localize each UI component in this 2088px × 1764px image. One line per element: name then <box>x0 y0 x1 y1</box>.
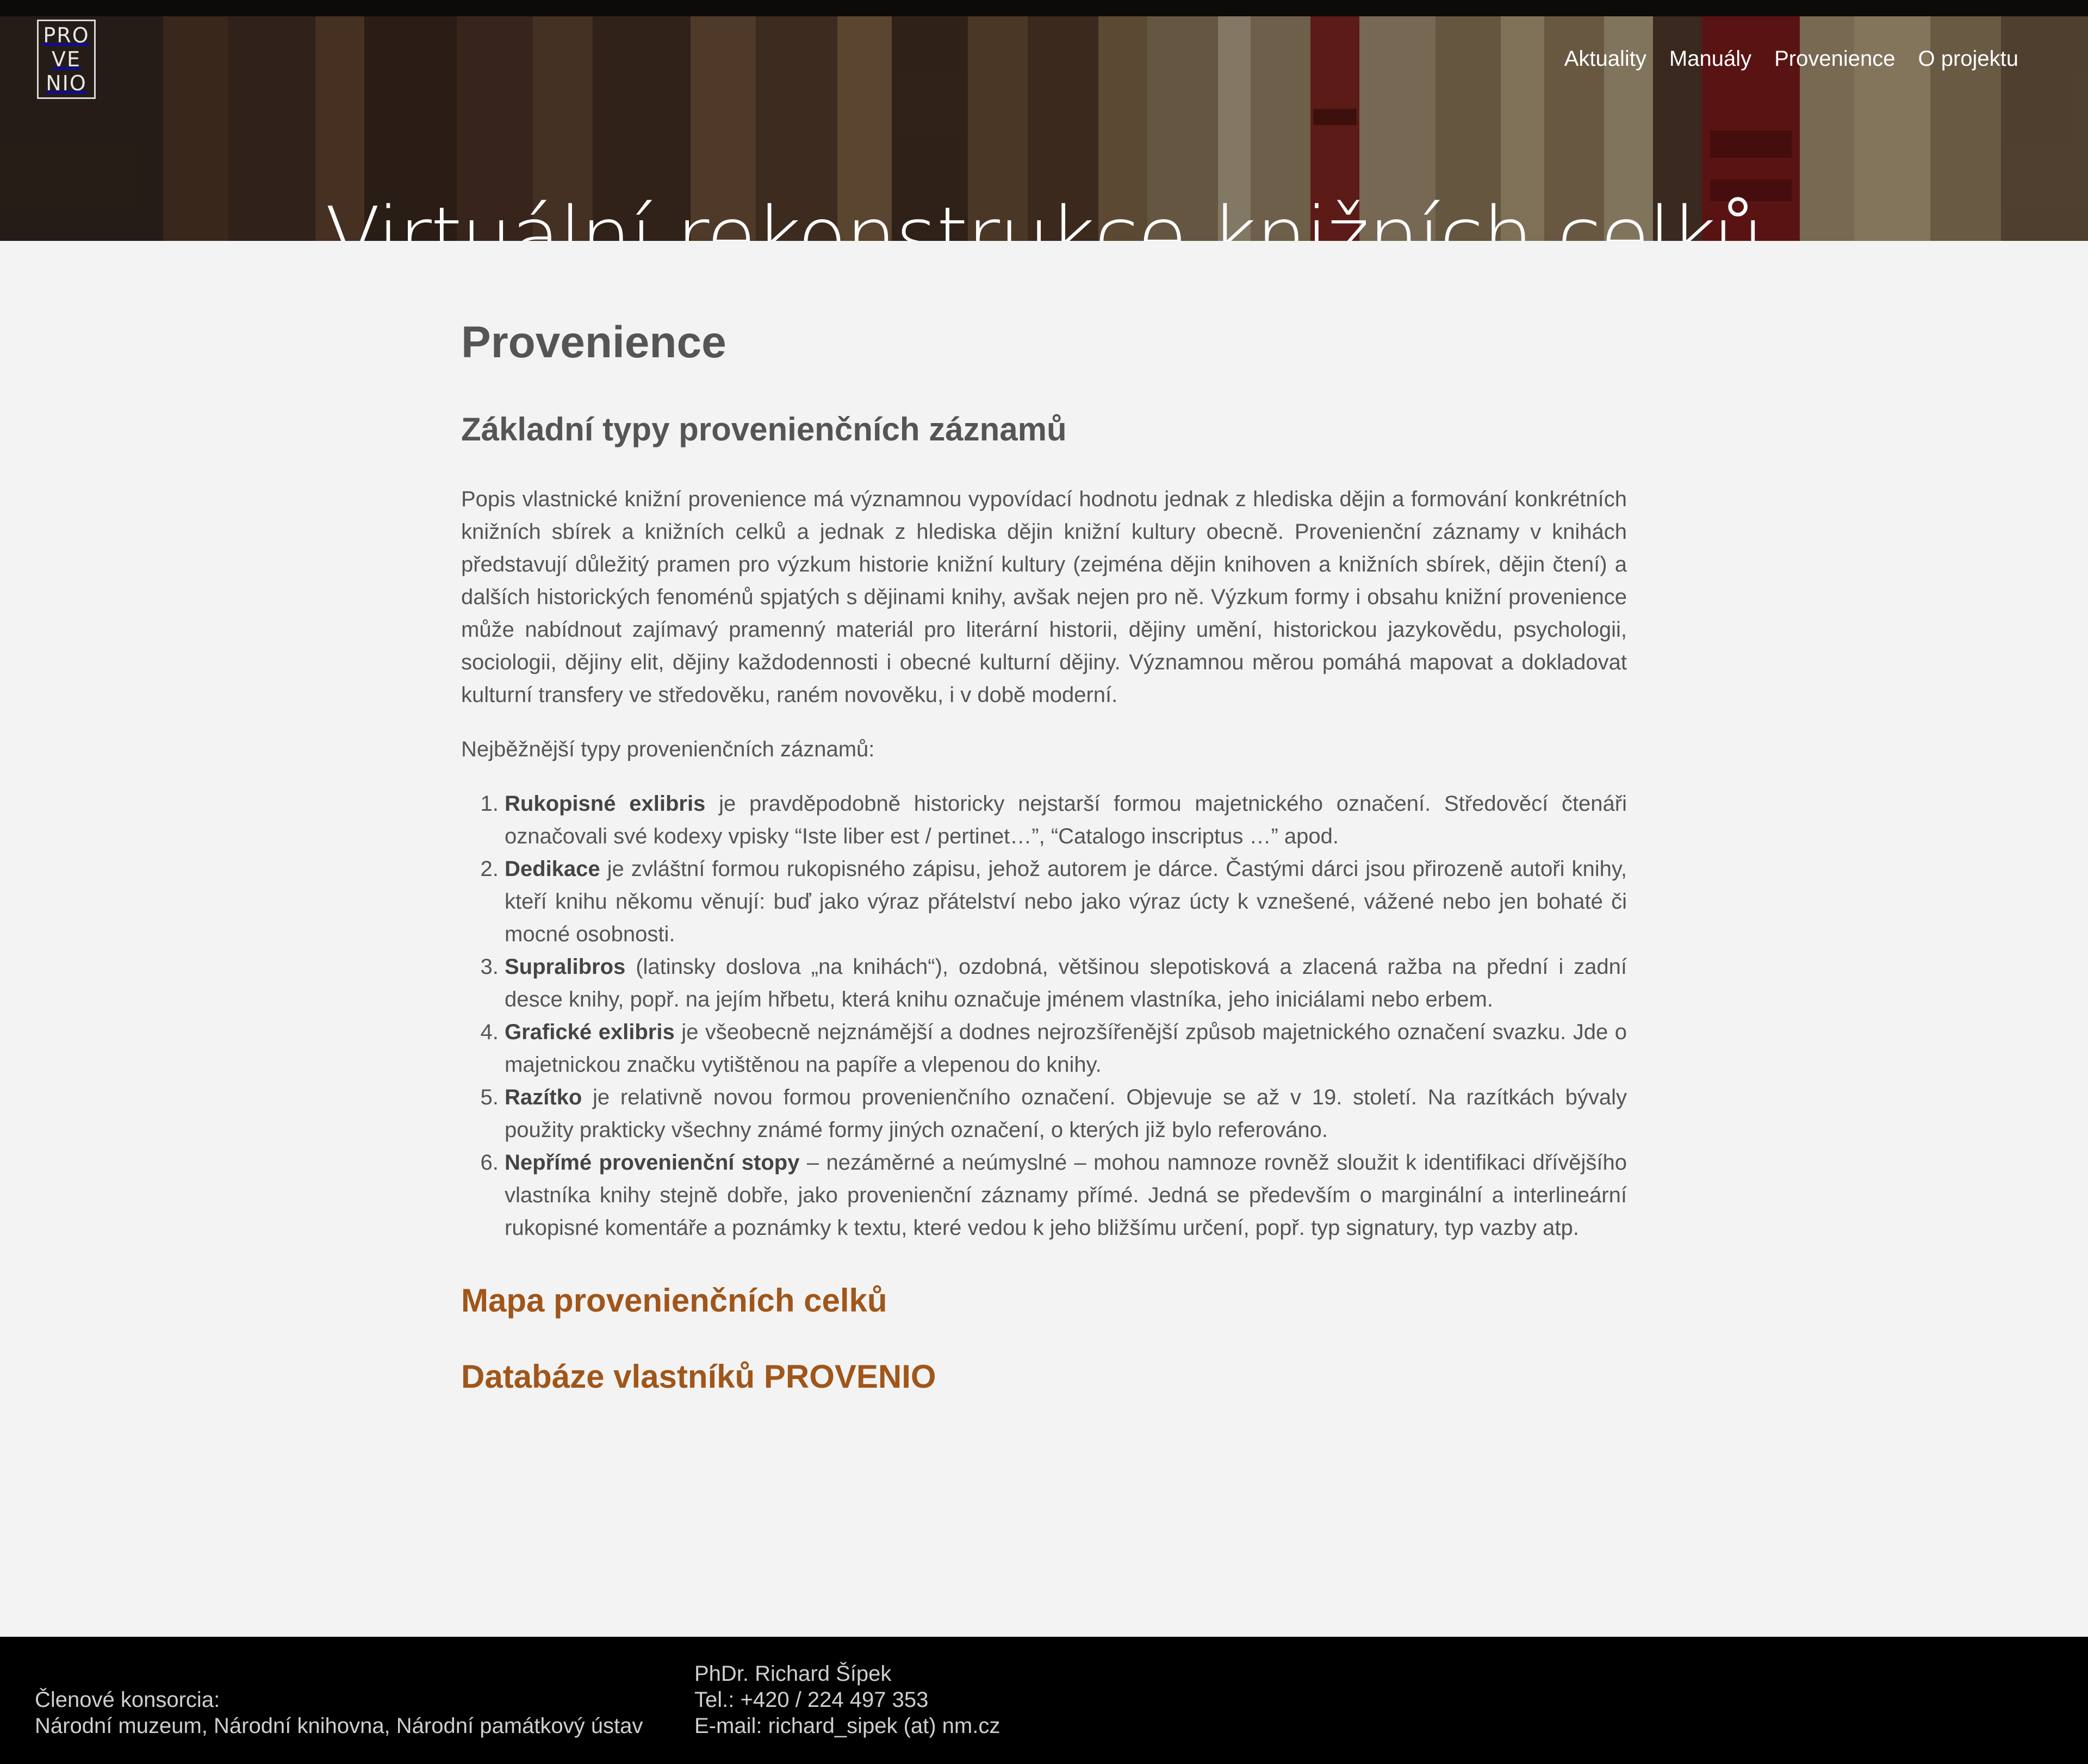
intro-paragraph: Popis vlastnické knižní provenience má v… <box>461 487 1627 707</box>
list-item-text: (latinsky doslova „na knihách“), ozdobná… <box>505 955 1627 1011</box>
main-content: Provenience Základní typy provenienčních… <box>461 305 1627 1404</box>
list-item: Razítko je relativně novou formou proven… <box>505 1081 1627 1146</box>
list-item-term: Rukopisné exlibris <box>505 792 706 816</box>
logo-line: VE <box>51 47 81 71</box>
list-item: Grafické exlibris je všeobecně nejznáměj… <box>505 1016 1627 1081</box>
hero-header: PRO VE NIO Aktuality Manuály Provenience… <box>0 0 2088 241</box>
section-title: Základní typy provenienčních záznamů <box>461 411 1067 448</box>
contact-phone: Tel.: +420 / 224 497 353 <box>694 1688 929 1712</box>
footer-contact: PhDr. Richard Šípek Tel.: +420 / 224 497… <box>694 1661 1000 1739</box>
list-item: Nepřímé provenienční stopy – nezáměrné a… <box>505 1146 1627 1244</box>
footer: Členové konsorcia: Národní muzeum, Národ… <box>0 1637 2088 1764</box>
footer-consortium: Členové konsorcia: Národní muzeum, Národ… <box>35 1687 643 1739</box>
nav-link-o-projektu[interactable]: O projektu <box>1918 47 2018 71</box>
link-owners-database[interactable]: Databáze vlastníků PROVENIO <box>461 1350 1627 1404</box>
consortium-members: Národní muzeum, Národní knihovna, Národn… <box>35 1714 643 1738</box>
nav-link-aktuality[interactable]: Aktuality <box>1564 47 1646 71</box>
main-navigation: Aktuality Manuály Provenience O projektu <box>1564 47 2018 71</box>
list-item-term: Supralibros <box>505 955 626 979</box>
contact-email: E-mail: richard_sipek (at) nm.cz <box>694 1714 1000 1738</box>
page-title: Provenience <box>461 318 726 367</box>
list-item: Rukopisné exlibris je pravděpodobně hist… <box>505 787 1627 853</box>
list-item: Supralibros (latinsky doslova „na knihác… <box>505 951 1627 1016</box>
list-item-text: je zvláštní formou rukopisného zápisu, j… <box>505 857 1627 946</box>
list-item: Dedikace je zvláštní formou rukopisného … <box>505 853 1627 951</box>
provenance-types-list: Rukopisné exlibris je pravděpodobně hist… <box>461 787 1627 1244</box>
nav-link-provenience[interactable]: Provenience <box>1774 47 1895 71</box>
list-item-term: Razítko <box>505 1085 582 1109</box>
link-provenance-map[interactable]: Mapa provenienčních celků <box>461 1274 1627 1328</box>
list-item-term: Nepřímé provenienční stopy <box>505 1151 800 1175</box>
contact-name: PhDr. Richard Šípek <box>694 1662 892 1686</box>
logo-line: NIO <box>46 71 87 95</box>
logo-line: PRO <box>43 23 90 47</box>
list-item-term: Dedikace <box>505 857 600 881</box>
list-item-term: Grafické exlibris <box>505 1020 675 1044</box>
consortium-label: Členové konsorcia: <box>35 1688 220 1712</box>
nav-link-manualy[interactable]: Manuály <box>1669 47 1751 71</box>
list-intro: Nejběžnější typy provenienčních záznamů: <box>461 737 875 761</box>
hero-title: Virtuální rekonstrukce knižních celků <box>325 190 1764 241</box>
provenio-logo[interactable]: PRO VE NIO <box>37 20 96 99</box>
list-item-text: je relativně novou formou provenienčního… <box>505 1085 1627 1142</box>
